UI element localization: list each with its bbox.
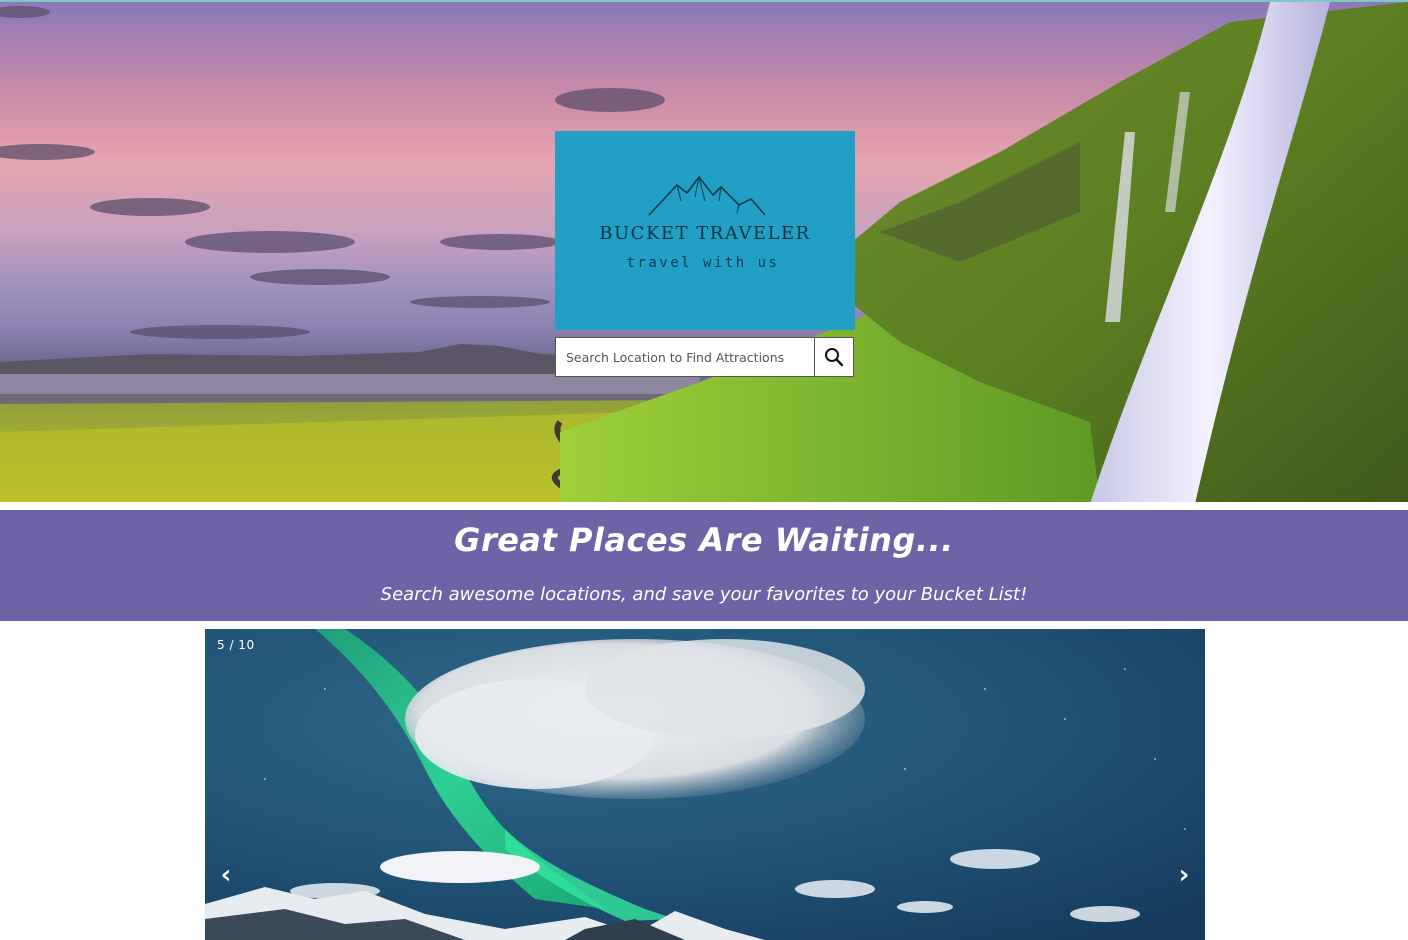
search-input[interactable] bbox=[555, 337, 814, 377]
search-button[interactable] bbox=[814, 337, 854, 377]
hero-section: BUCKET TRAVELER travel with us bbox=[0, 0, 1408, 502]
search-bar bbox=[555, 337, 854, 377]
banner-subtitle: Search awesome locations, and save your … bbox=[380, 584, 1028, 605]
slideshow: 5 / 10 ‹ › bbox=[205, 629, 1205, 940]
mountains-icon bbox=[648, 175, 766, 216]
slide-image bbox=[205, 629, 1205, 940]
next-slide-button[interactable]: › bbox=[1169, 857, 1199, 893]
logo-tagline: travel with us bbox=[626, 255, 780, 271]
search-icon bbox=[825, 348, 844, 367]
logo-title: BUCKET TRAVELER bbox=[599, 223, 811, 244]
tagline-banner: Great Places Are Waiting... Search aweso… bbox=[0, 510, 1408, 621]
slide-counter: 5 / 10 bbox=[217, 638, 255, 652]
site-logo[interactable]: BUCKET TRAVELER travel with us bbox=[555, 131, 855, 330]
banner-title: Great Places Are Waiting... bbox=[454, 521, 954, 559]
previous-slide-button[interactable]: ‹ bbox=[211, 857, 241, 893]
